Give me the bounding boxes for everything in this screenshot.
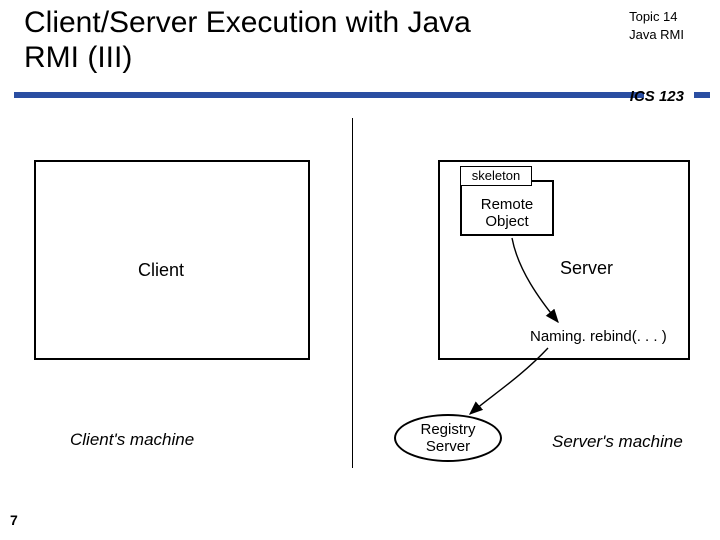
server-label: Server [560,258,613,279]
remote-object-line1: Remote [462,196,552,213]
registry-line1: Registry [396,422,500,439]
divider-blue-short [694,92,710,98]
skeleton-box: skeleton [460,166,532,186]
course-code: ICS 123 [630,88,684,105]
naming-call-label: Naming. rebind(. . . ) [530,328,667,345]
page-number: 7 [10,512,18,528]
remote-object-box: Remote Object [460,180,554,236]
server-machine-label: Server's machine [552,432,683,452]
client-label: Client [138,260,184,281]
registry-ellipse: Registry Server [394,414,502,462]
registry-line2: Server [396,439,500,456]
topic-block: Topic 14 Java RMI [629,8,684,43]
remote-object-line2: Object [462,213,552,230]
client-machine-label: Client's machine [70,430,194,450]
page-title: Client/Server Execution with Java RMI (I… [24,6,524,75]
topic-line-2: Java RMI [629,26,684,44]
slide: Client/Server Execution with Java RMI (I… [0,0,720,540]
topic-line-1: Topic 14 [629,8,684,26]
divider-blue-long [14,92,644,98]
center-divider [352,118,353,468]
